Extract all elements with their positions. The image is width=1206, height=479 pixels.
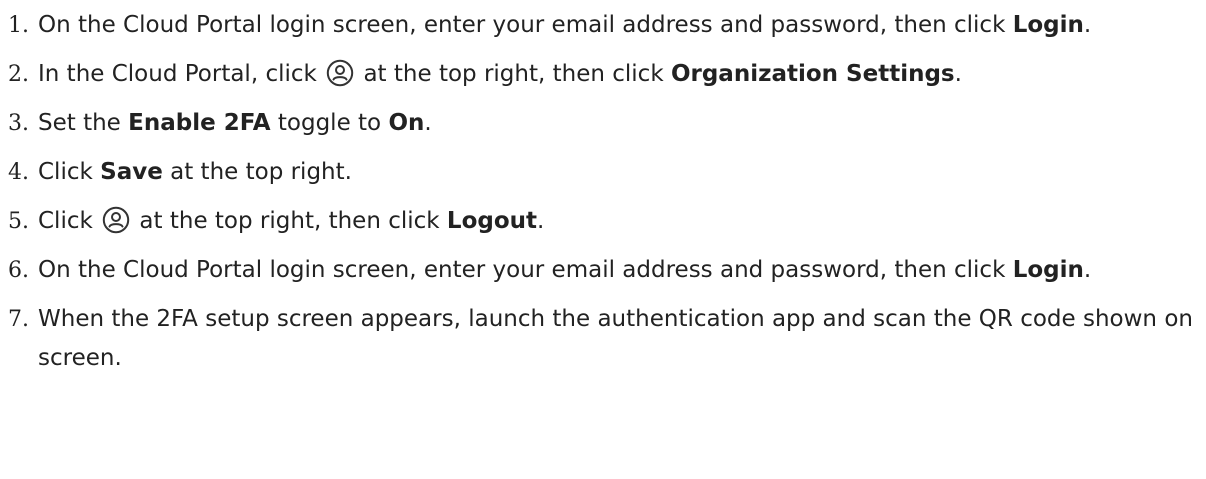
ui-term-organization-settings: Organization Settings <box>670 61 955 87</box>
step-text: Set the Enable 2FA toggle to On. <box>38 104 1200 143</box>
step-text-part: . <box>537 208 545 234</box>
step-number: 2. <box>8 62 29 87</box>
ui-term-save: Save <box>100 159 163 185</box>
step-text: In the Cloud Portal, click at the top ri… <box>38 55 1200 94</box>
step-text-part: In the Cloud Portal, click <box>38 61 325 87</box>
step-number: 3. <box>8 111 29 136</box>
step-text-part: Click <box>38 159 101 185</box>
step-text: Click Save at the top right. <box>38 153 1200 192</box>
step-text: On the Cloud Portal login screen, enter … <box>38 251 1200 290</box>
step-5: 5. Click at the top right, then click Lo… <box>8 202 1200 241</box>
step-text-part: at the top right, then click <box>132 208 447 234</box>
ui-term-logout: Logout <box>446 208 538 234</box>
steps-list: 1. On the Cloud Portal login screen, ent… <box>8 6 1200 378</box>
step-text: When the 2FA setup screen appears, launc… <box>38 306 1193 371</box>
step-6: 6. On the Cloud Portal login screen, ent… <box>8 251 1200 290</box>
ui-term-on: On <box>388 110 425 136</box>
step-number: 7. <box>8 307 29 332</box>
instruction-document: 1. On the Cloud Portal login screen, ent… <box>8 6 1200 388</box>
step-3: 3. Set the Enable 2FA toggle to On. <box>8 104 1200 143</box>
step-text: Click at the top right, then click Logou… <box>38 202 1200 241</box>
step-text-part: . <box>1083 257 1092 283</box>
step-number: 6. <box>8 258 29 283</box>
user-account-icon <box>326 59 354 87</box>
step-text-part: On the Cloud Portal login screen, enter … <box>38 257 1013 283</box>
step-text-part: at the top right. <box>162 159 352 185</box>
step-4: 4. Click Save at the top right. <box>8 153 1200 192</box>
ui-term-enable-2fa: Enable 2FA <box>128 110 271 136</box>
step-number: 1. <box>8 13 29 38</box>
ui-term-login: Login <box>1012 257 1084 283</box>
step-number: 4. <box>8 160 29 185</box>
step-text-part: . <box>954 61 962 87</box>
step-number: 5. <box>8 209 29 234</box>
step-2: 2. In the Cloud Portal, click at the top… <box>8 55 1200 94</box>
step-1: 1. On the Cloud Portal login screen, ent… <box>8 6 1200 45</box>
user-account-icon <box>102 206 130 234</box>
ui-term-login: Login <box>1012 12 1084 38</box>
step-text-part: Click <box>38 208 101 234</box>
step-text-part: Set the <box>38 110 129 136</box>
step-text: On the Cloud Portal login screen, enter … <box>38 6 1200 45</box>
step-7: 7. When the 2FA setup screen appears, la… <box>8 300 1200 378</box>
step-text-part: at the top right, then click <box>356 61 671 87</box>
step-text-part: . <box>424 110 432 136</box>
step-text-part: . <box>1083 12 1092 38</box>
step-text-part: toggle to <box>270 110 389 136</box>
step-text-part: On the Cloud Portal login screen, enter … <box>38 12 1013 38</box>
